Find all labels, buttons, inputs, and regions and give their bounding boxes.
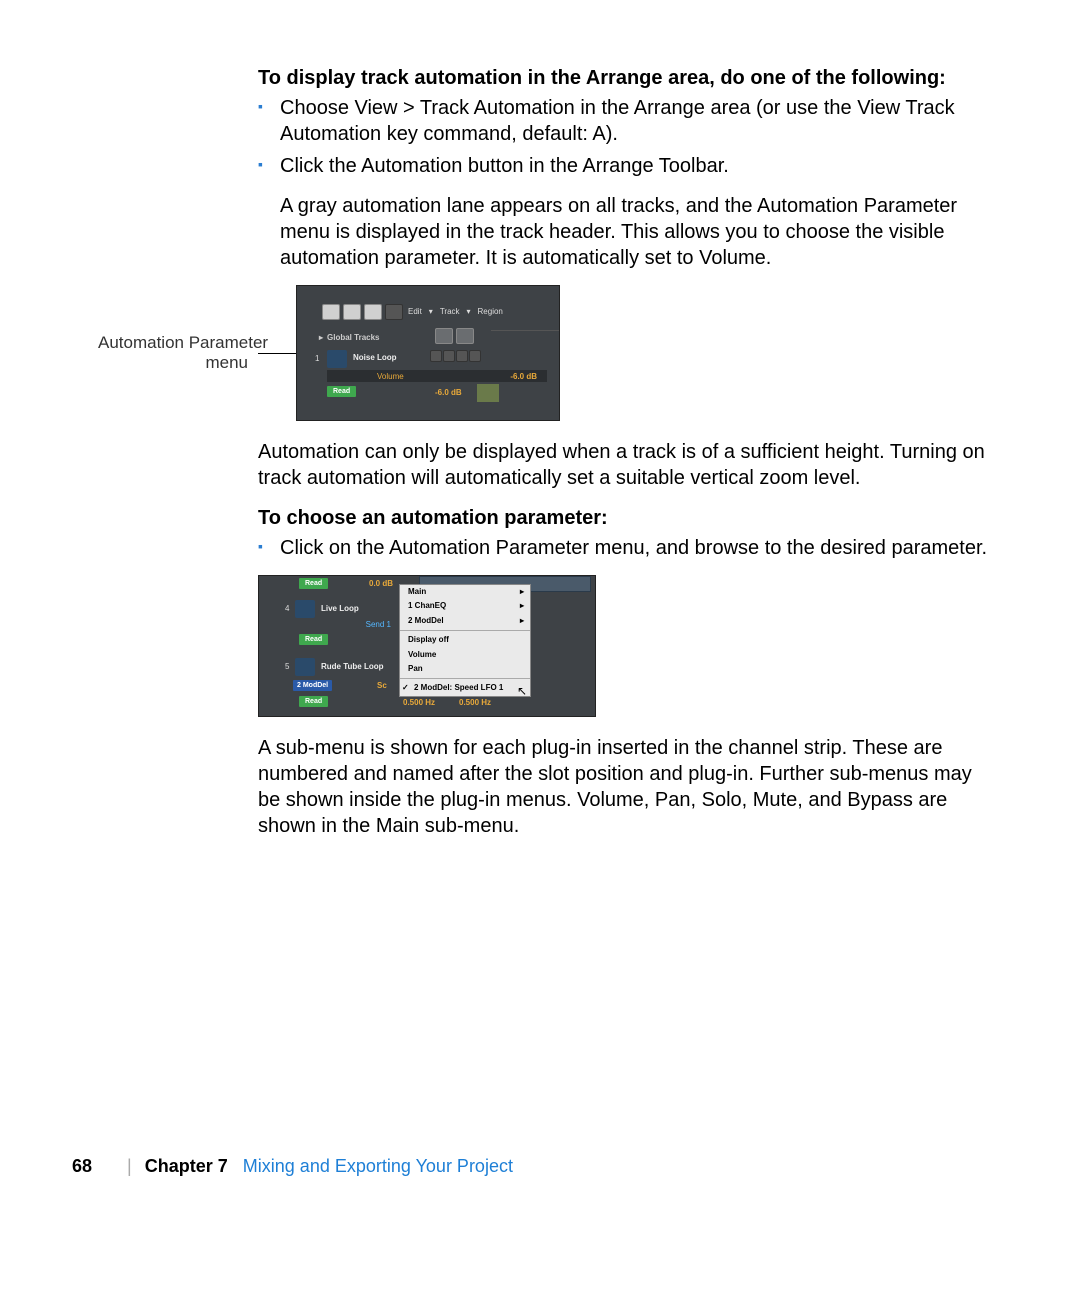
read-button: Read	[299, 634, 328, 645]
toolbar-btn	[322, 304, 340, 320]
global-tracks-label: Global Tracks	[319, 333, 379, 343]
automation-lane	[477, 384, 499, 402]
menu-item-chaneq: 1 ChanEQ	[400, 599, 530, 613]
figure-parameter-menu: Read 0.0 dB 4 Live Loop Send 1 Read 5 Ru…	[258, 575, 596, 717]
track-settings-icon	[456, 328, 474, 344]
cursor-icon: ↖	[517, 684, 527, 700]
body-paragraph: Automation can only be displayed when a …	[258, 439, 990, 491]
callout-label: Automation Parameter menu	[98, 333, 248, 372]
bullet-item: Click the Automation button in the Arran…	[258, 153, 990, 179]
figure-arrange-area: Edit▾ Track▾ Region Global Tracks 1 Nois…	[296, 285, 560, 421]
read-button: Read	[299, 578, 328, 589]
chapter-title: Mixing and Exporting Your Project	[243, 1156, 513, 1176]
toolbar-btn	[385, 304, 403, 320]
db-value: 0.0 dB	[369, 579, 393, 589]
toolbar-btn	[343, 304, 361, 320]
automation-parameter-dropdown: Main 1 ChanEQ 2 ModDel Display off Volum…	[399, 584, 531, 697]
bullet-item: Choose View > Track Automation in the Ar…	[258, 95, 990, 147]
track-number: 5	[285, 662, 289, 672]
menu-item-selected: 2 ModDel: Speed LFO 1	[400, 681, 530, 695]
menu-edit: Edit	[406, 307, 424, 317]
page-footer: 68 | Chapter 7 Mixing and Exporting Your…	[72, 1155, 513, 1178]
menu-item-volume: Volume	[400, 648, 530, 662]
page-number: 68	[72, 1156, 92, 1176]
toolbar-btn	[364, 304, 382, 320]
track-name: Rude Tube Loop	[321, 662, 384, 672]
track-icon	[295, 658, 315, 676]
callout-connector	[258, 353, 296, 354]
chapter-label: Chapter 7	[145, 1156, 228, 1176]
param-short: Sc	[377, 681, 387, 691]
menu-item-moddel: 2 ModDel	[400, 614, 530, 628]
menu-track: Track	[438, 307, 462, 317]
automation-parameter-menu: Volume	[377, 372, 404, 382]
section-heading-1: To display track automation in the Arran…	[258, 65, 990, 91]
section-heading-2: To choose an automation parameter:	[258, 505, 990, 531]
hz-value: 0.500 Hz	[459, 698, 491, 708]
hz-value: 0.500 Hz	[403, 698, 435, 708]
plugin-label: 2 ModDel	[293, 680, 332, 691]
menu-item-main: Main	[400, 585, 530, 599]
body-paragraph: A gray automation lane appears on all tr…	[258, 193, 990, 271]
track-icon	[327, 350, 347, 368]
body-paragraph: A sub-menu is shown for each plug-in ins…	[258, 735, 990, 839]
track-name: Noise Loop	[353, 353, 397, 363]
db-value: -6.0 dB	[510, 372, 537, 382]
bullet-item: Click on the Automation Parameter menu, …	[258, 535, 990, 561]
track-number: 1	[315, 354, 319, 364]
menu-item-pan: Pan	[400, 662, 530, 676]
track-name: Live Loop	[321, 604, 359, 614]
add-track-icon	[435, 328, 453, 344]
read-button: Read	[299, 696, 328, 707]
automation-mode-button: Read	[327, 386, 356, 397]
db-value: -6.0 dB	[435, 388, 462, 398]
track-icon	[295, 600, 315, 618]
menu-item-display-off: Display off	[400, 633, 530, 647]
menu-region: Region	[476, 307, 505, 317]
send-label: Send 1	[366, 620, 391, 630]
track-number: 4	[285, 604, 289, 614]
